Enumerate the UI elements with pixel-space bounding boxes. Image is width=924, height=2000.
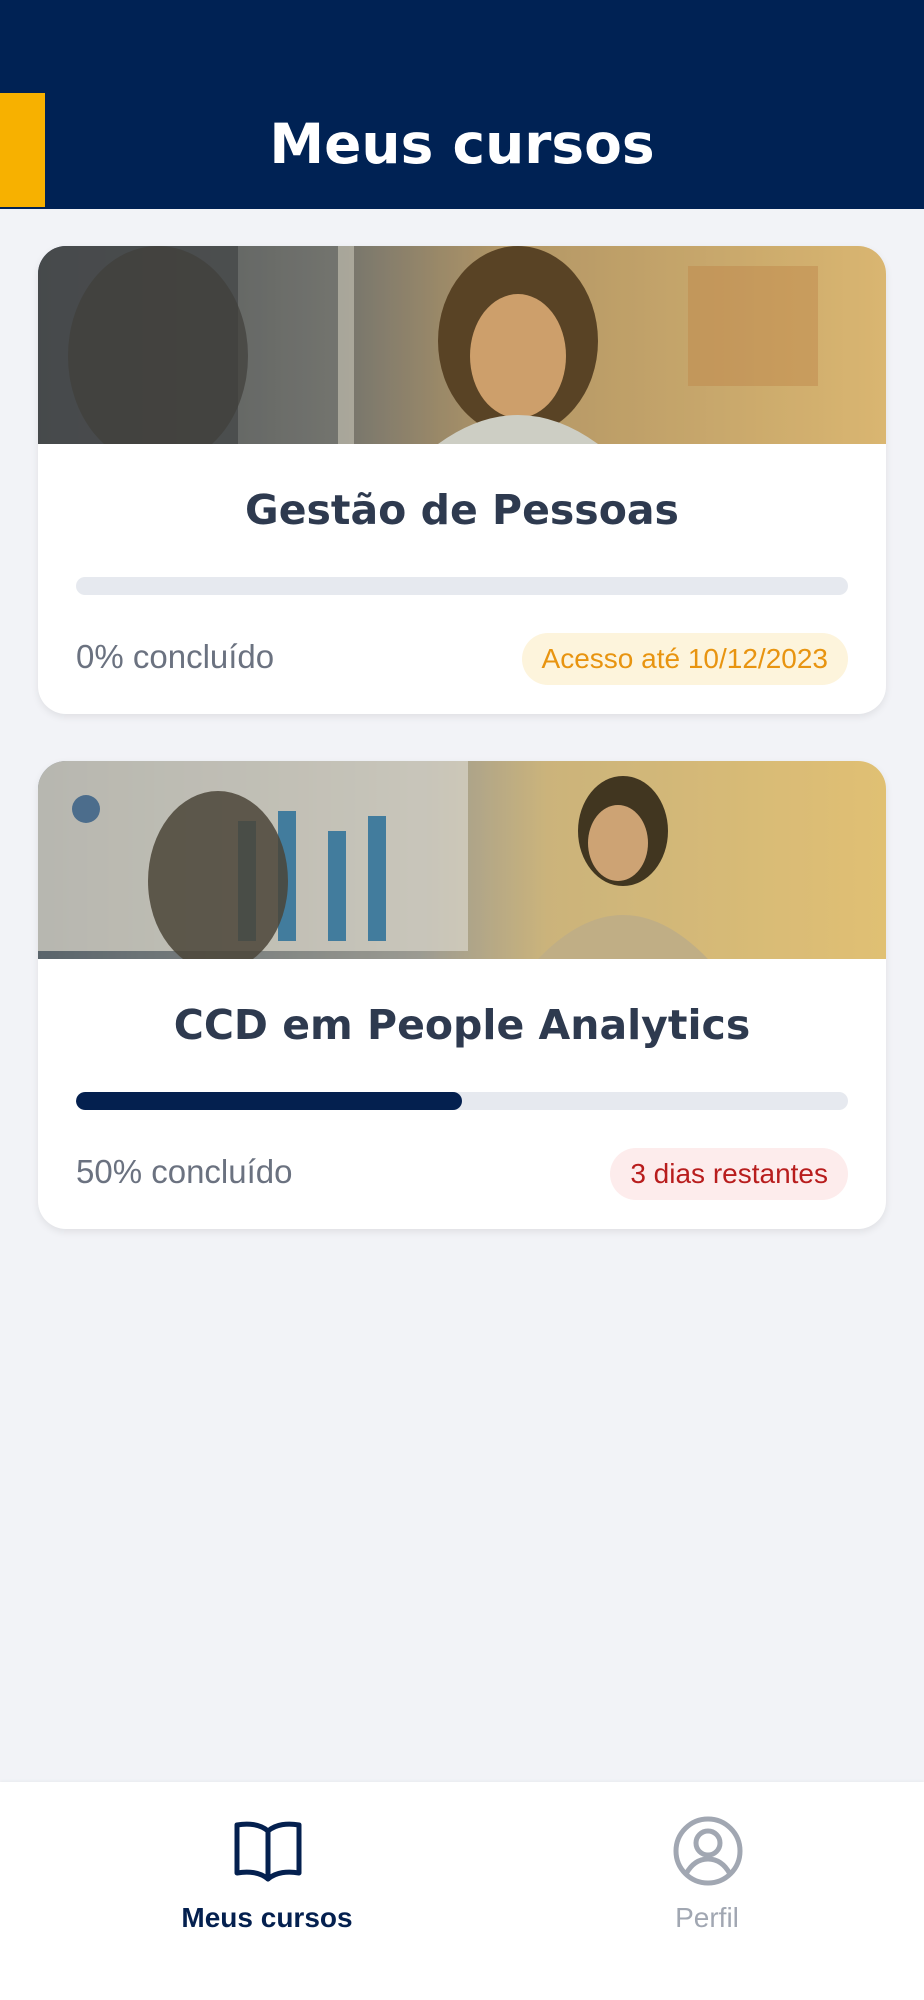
user-circle-icon	[673, 1816, 743, 1886]
progress-bar-fill	[76, 1092, 462, 1110]
bottom-navigation: Meus cursos Perfil	[0, 1782, 924, 2000]
nav-label: Meus cursos	[181, 1902, 353, 1933]
page-title: Meus cursos	[269, 112, 655, 176]
nav-item-perfil[interactable]: Perfil	[557, 1782, 857, 2000]
course-cover-image	[38, 761, 886, 959]
course-card[interactable]: Gestão de Pessoas 0% concluído Acesso at…	[38, 246, 886, 714]
progress-label: 50% concluído	[76, 1153, 293, 1190]
course-title: Gestão de Pessoas	[245, 486, 679, 534]
course-card[interactable]: CCD em People Analytics 50% concluído 3 …	[38, 761, 886, 1229]
progress-bar	[76, 577, 848, 595]
course-cover-image	[38, 246, 886, 444]
remaining-days-badge: 3 dias restantes	[610, 1148, 848, 1200]
book-open-icon	[234, 1821, 302, 1882]
progress-label: 0% concluído	[76, 638, 275, 675]
app-header: Meus cursos	[0, 0, 924, 209]
access-badge: Acesso até 10/12/2023	[521, 633, 848, 685]
progress-bar	[76, 1092, 848, 1110]
nav-item-meus-cursos[interactable]: Meus cursos	[117, 1782, 417, 2000]
nav-label: Perfil	[675, 1902, 739, 1933]
course-title: CCD em People Analytics	[173, 1001, 751, 1049]
